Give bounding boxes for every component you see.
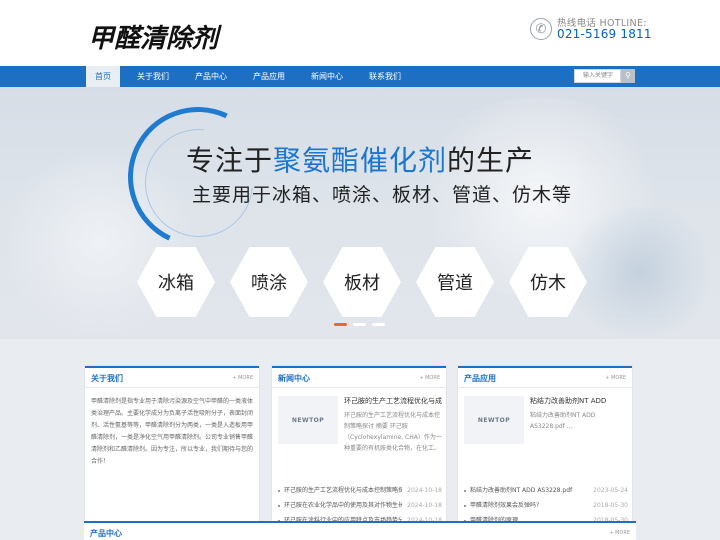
list-item-title[interactable]: 环己胺的生产工艺流程优化与成本控制策略探讨 (284, 484, 402, 498)
search-input[interactable]: 输入关键字 (574, 69, 621, 83)
hotline-number: 021-5169 1811 (557, 27, 652, 41)
banner-tag-board: 板材 (323, 247, 401, 317)
products-panel: 产品中心 + MORE (84, 521, 636, 540)
list-item[interactable]: 甲醛清除剂效果会反弹吗? 2018-05-30 (464, 499, 628, 513)
carousel-dot[interactable] (353, 323, 366, 326)
panel-title: 新闻中心 (278, 374, 310, 383)
banner-decoration (560, 207, 720, 337)
list-item-date: 2023-05-24 (593, 487, 628, 494)
main-nav: 首页 关于我们 产品中心 产品应用 新闻中心 联系我们 输入关键字 ⚲ (0, 66, 720, 87)
more-link[interactable]: + MORE (419, 375, 440, 381)
headline-suffix: 的生产 (447, 144, 535, 177)
carousel-dot[interactable] (372, 323, 385, 326)
list-item-date: 2018-05-30 (593, 502, 628, 509)
content-area: 关于我们 + MORE 甲醛清除剂是指专业用于清除污染源及空气中甲醛的一类液体类… (0, 339, 720, 540)
list-item-date: 2024-10-18 (407, 502, 442, 509)
news-panel: 新闻中心 + MORE NEWTOP 环己胺的生产工艺流程优化与成 环己胺的生产… (271, 365, 447, 540)
list-item-date: 2024-10-18 (407, 487, 442, 494)
hero-banner[interactable]: 专注于聚氨酯催化剂的生产 主要用于冰箱、喷涂、板材、管道、仿木等 冰箱 喷涂 板… (0, 87, 720, 339)
nav-item-home[interactable]: 首页 (86, 66, 120, 87)
list-item[interactable]: 粘结力改善助剂NT ADD AS3228.pdf 2023-05-24 (464, 484, 628, 498)
about-panel: 关于我们 + MORE 甲醛清除剂是指专业用于清除污染源及空气中甲醛的一类液体类… (84, 365, 260, 540)
panel-title: 关于我们 (91, 374, 123, 383)
nav-item-about[interactable]: 关于我们 (130, 66, 176, 87)
nav-item-news[interactable]: 新闻中心 (304, 66, 350, 87)
list-item[interactable]: 环己胺在农业化学品中的使用及其对作物生长 2024-10-18 (278, 499, 442, 513)
site-logo[interactable]: 甲醛清除剂 (88, 18, 218, 55)
carousel-dot[interactable] (334, 323, 347, 326)
featured-news-desc: 环己胺的生产工艺流程优化与成本控制策略探讨 摘要 环己胺（Cyclohexyla… (344, 412, 442, 452)
about-text: 甲醛清除剂是指专业用于清除污染源及空气中甲醛的一类液体类治理产品。主要化学成分为… (91, 398, 254, 465)
headline-highlight: 聚氨酯催化剂 (273, 144, 448, 177)
phone-icon: ✆ (530, 18, 552, 40)
bullet-icon (464, 504, 466, 507)
more-link[interactable]: + MORE (609, 530, 630, 536)
panel-header: 新闻中心 + MORE (272, 366, 446, 388)
bullet-icon (278, 504, 280, 507)
application-thumbnail[interactable]: NEWTOP (464, 396, 524, 444)
news-thumbnail[interactable]: NEWTOP (278, 396, 338, 444)
search-icon[interactable]: ⚲ (621, 69, 635, 83)
banner-subline: 主要用于冰箱、喷涂、板材、管道、仿木等 (192, 184, 573, 206)
banner-tag-spray: 喷涂 (230, 247, 308, 317)
more-link[interactable]: + MORE (232, 375, 253, 381)
bullet-icon (464, 489, 466, 492)
panel-header: 产品应用 + MORE (458, 366, 632, 388)
featured-application-title[interactable]: 粘结力改善助剂NT ADD (530, 396, 630, 406)
list-item-title[interactable]: 粘结力改善助剂NT ADD AS3228.pdf (470, 484, 588, 498)
featured-application-desc: 粘结力改善助剂NT ADD AS3228.pdf ... (530, 412, 596, 430)
headline-prefix: 专注于 (186, 144, 274, 177)
applications-panel: 产品应用 + MORE NEWTOP 粘结力改善助剂NT ADD 粘结力改善助剂… (457, 365, 633, 540)
nav-item-products[interactable]: 产品中心 (188, 66, 234, 87)
bullet-icon (278, 489, 280, 492)
site-header: 甲醛清除剂 ✆ 热线电话 HOTLINE: 021-5169 1811 (0, 0, 720, 66)
more-link[interactable]: + MORE (605, 375, 626, 381)
panel-title: 产品中心 (90, 529, 122, 538)
list-item-title[interactable]: 环己胺在农业化学品中的使用及其对作物生长 (284, 499, 402, 513)
list-item[interactable]: 环己胺的生产工艺流程优化与成本控制策略探讨 2024-10-18 (278, 484, 442, 498)
list-item-title[interactable]: 甲醛清除剂效果会反弹吗? (470, 499, 588, 513)
nav-item-applications[interactable]: 产品应用 (246, 66, 292, 87)
nav-item-contact[interactable]: 联系我们 (362, 66, 408, 87)
panel-header: 关于我们 + MORE (85, 366, 259, 388)
featured-news-title[interactable]: 环己胺的生产工艺流程优化与成 (344, 396, 444, 406)
banner-headline: 专注于聚氨酯催化剂的生产 (186, 139, 534, 179)
panel-title: 产品应用 (464, 374, 496, 383)
